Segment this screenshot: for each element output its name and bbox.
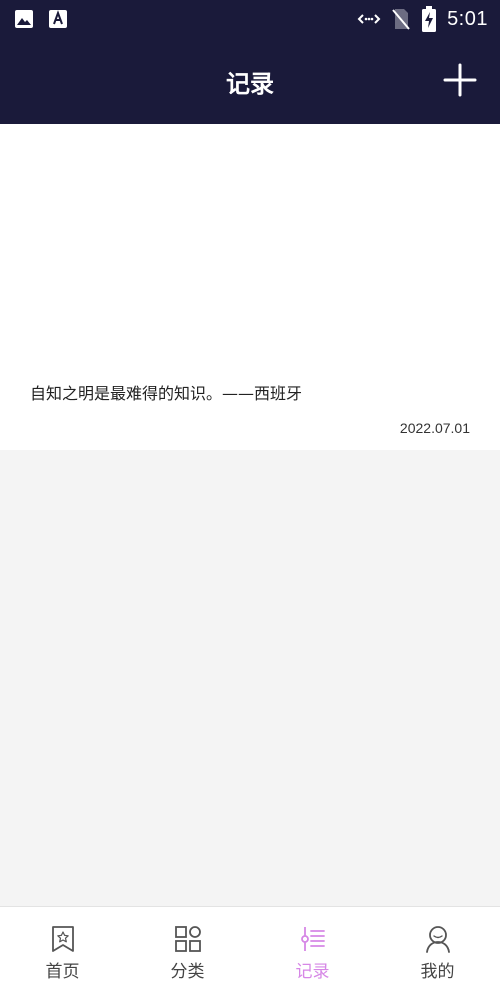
nav-item-category[interactable]: 分类: [125, 907, 250, 1000]
home-bookmark-icon: [50, 925, 76, 953]
app-header: 记录: [0, 40, 500, 124]
nav-label-home: 首页: [45, 962, 80, 982]
nav-label-category: 分类: [170, 962, 205, 982]
page-title: 记录: [226, 70, 274, 98]
text-a-icon: [48, 9, 68, 29]
image-icon: [14, 9, 34, 29]
record-date: 2022.07.01: [399, 420, 470, 436]
no-sim-icon: [391, 7, 411, 31]
screen: 5:01 记录 自知之明是最难得的知识。——西班牙 2022.07.01 首页: [0, 0, 500, 1000]
status-bar: 5:01: [0, 0, 500, 40]
profile-icon: [424, 925, 452, 953]
record-quote: 自知之明是最难得的知识。——西班牙: [30, 384, 303, 403]
record-image: [0, 124, 500, 364]
nav-label-mine: 我的: [420, 962, 455, 982]
plus-icon: [443, 63, 477, 97]
nav-item-home[interactable]: 首页: [0, 907, 125, 1000]
nav-item-mine[interactable]: 我的: [375, 907, 500, 1000]
add-record-button[interactable]: [442, 62, 478, 98]
nav-label-record: 记录: [295, 962, 330, 982]
battery-charging-icon: [421, 6, 437, 32]
nav-item-record[interactable]: 记录: [250, 907, 375, 1000]
wifi-icon: [357, 9, 381, 29]
status-time: 5:01: [447, 7, 488, 30]
bottom-nav: 首页 分类 记录 我的: [0, 906, 500, 1000]
record-card[interactable]: 自知之明是最难得的知识。——西班牙 2022.07.01: [0, 124, 500, 450]
category-grid-icon: [174, 925, 202, 953]
record-list-icon: [299, 925, 327, 953]
